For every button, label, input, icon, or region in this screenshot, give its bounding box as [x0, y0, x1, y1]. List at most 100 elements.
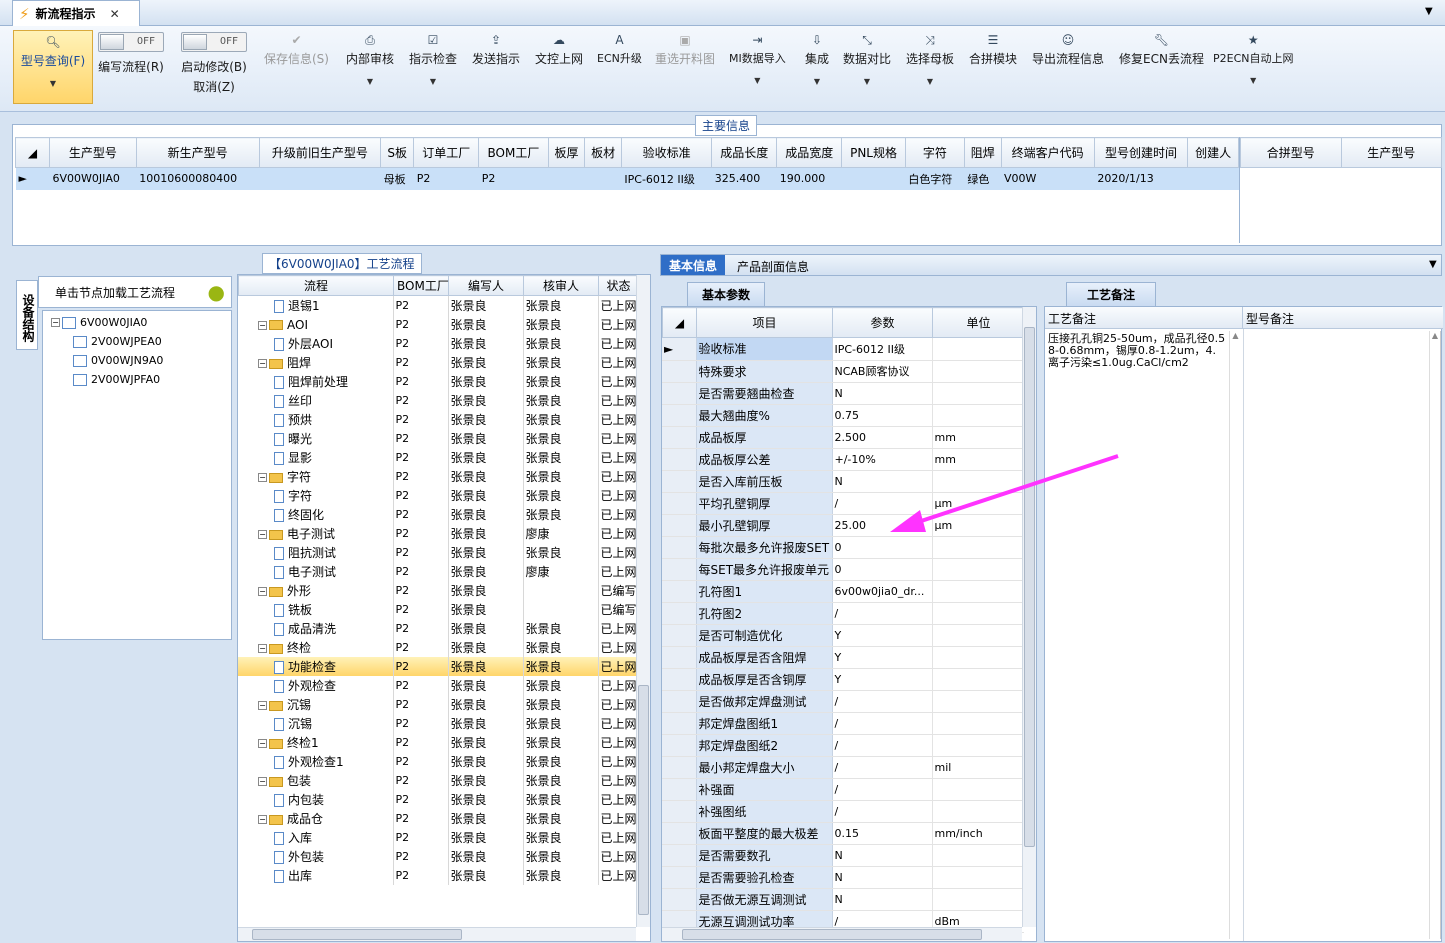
- param-row[interactable]: 特殊要求 NCAB顾客协议: [662, 360, 1024, 383]
- flow-row[interactable]: 丝印 P2 张景良 张景良 已上网: [238, 391, 639, 410]
- flow-row[interactable]: − AOI P2 张景良 张景良 已上网: [238, 315, 639, 334]
- model-query-button[interactable]: 🔍︎ 型号查询(F) ▼: [13, 30, 93, 104]
- param-value[interactable]: Y: [832, 668, 933, 691]
- param-row[interactable]: 是否需要验孔检查 N: [662, 866, 1024, 889]
- cell[interactable]: V00W: [1001, 167, 1095, 190]
- column-header[interactable]: 阻焊: [963, 137, 1002, 168]
- flow-row[interactable]: − 沉锡 P2 张景良 张景良 已上网: [238, 695, 639, 714]
- flow-row[interactable]: 预烘 P2 张景良 张景良 已上网: [238, 410, 639, 429]
- param-value[interactable]: /: [832, 778, 933, 801]
- flow-row[interactable]: 沉锡 P2 张景良 张景良 已上网: [238, 714, 639, 733]
- cell[interactable]: 325.400: [711, 167, 777, 190]
- column-header[interactable]: 成品宽度: [776, 137, 843, 168]
- column-header[interactable]: 字符: [904, 137, 965, 168]
- column-header[interactable]: PNL规格: [841, 137, 906, 168]
- tree-node-root[interactable]: −6V00W0JIA0: [43, 313, 231, 332]
- tab-basic-info[interactable]: 基本信息: [661, 255, 726, 275]
- column-header[interactable]: BOM工厂: [478, 137, 549, 168]
- flow-row[interactable]: 内包装 P2 张景良 张景良 已上网: [238, 790, 639, 809]
- flow-row[interactable]: − 字符 P2 张景良 张景良 已上网: [238, 467, 639, 486]
- param-row[interactable]: ► 验收标准 IPC-6012 II级: [662, 338, 1024, 361]
- collapse-toggle-icon[interactable]: −: [258, 530, 267, 539]
- collapse-toggle-icon[interactable]: −: [258, 359, 267, 368]
- cell[interactable]: P2: [478, 167, 549, 190]
- param-value[interactable]: NCAB顾客协议: [832, 360, 933, 383]
- flow-row[interactable]: 外观检查1 P2 张景良 张景良 已上网: [238, 752, 639, 771]
- flow-row[interactable]: − 终检 P2 张景良 张景良 已上网: [238, 638, 639, 657]
- flow-row[interactable]: 外层AOI P2 张景良 张景良 已上网: [238, 334, 639, 353]
- param-row[interactable]: 成品板厚是否含铜厚 Y: [662, 668, 1024, 691]
- internal-review-button[interactable]: ⎙ 内部审核 ▼: [346, 32, 394, 102]
- param-value[interactable]: N: [832, 866, 933, 889]
- instruction-check-button[interactable]: ☑ 指示检查 ▼: [409, 32, 457, 102]
- flow-row[interactable]: 终固化 P2 张景良 张景良 已上网: [238, 505, 639, 524]
- param-row[interactable]: 板面平整度的最大极差 0.15 mm/inch: [662, 822, 1024, 845]
- flow-row[interactable]: 成品清洗 P2 张景良 张景良 已上网: [238, 619, 639, 638]
- param-row[interactable]: 是否需要数孔 N: [662, 844, 1024, 867]
- send-instruction-button[interactable]: ⇪ 发送指示: [472, 32, 520, 102]
- flow-row[interactable]: 退锡1 P2 张景良 张景良 已上网: [238, 296, 639, 315]
- column-header[interactable]: 生产型号: [49, 137, 137, 168]
- column-header[interactable]: 终端客户代码: [1000, 137, 1095, 168]
- param-row[interactable]: 最小邦定焊盘大小 / mil: [662, 756, 1024, 779]
- param-row[interactable]: 是否做邦定焊盘测试 /: [662, 690, 1024, 713]
- param-value[interactable]: 2.500: [832, 426, 933, 449]
- params-vertical-scrollbar[interactable]: [1022, 307, 1036, 927]
- column-header[interactable]: 新生产型号: [135, 137, 260, 168]
- param-row[interactable]: 孔符图2/: [662, 602, 1024, 625]
- tree-node-child[interactable]: 0V00WJN9A0: [43, 351, 231, 370]
- data-compare-button[interactable]: ⤡ 数据对比 ▼: [843, 32, 891, 102]
- param-value[interactable]: 0.75: [832, 404, 933, 427]
- param-value[interactable]: /: [832, 690, 933, 713]
- tree-node-child[interactable]: 2V00WJPFA0: [43, 370, 231, 389]
- param-column-header[interactable]: 项目: [696, 307, 833, 338]
- collapse-toggle-icon[interactable]: −: [258, 701, 267, 710]
- reselect-cutting-button[interactable]: ▣ 重选开料图: [655, 32, 715, 102]
- param-value[interactable]: /: [832, 712, 933, 735]
- flow-row[interactable]: − 外形 P2 张景良 已编写: [238, 581, 639, 600]
- column-header[interactable]: 板材: [584, 137, 622, 168]
- column-header[interactable]: 订单工厂: [413, 137, 480, 168]
- cell[interactable]: [584, 167, 622, 190]
- param-value[interactable]: /: [832, 734, 933, 757]
- doc-upload-button[interactable]: ☁ 文控上网: [535, 32, 583, 102]
- param-value[interactable]: N: [832, 382, 933, 405]
- ecn-upgrade-button[interactable]: A ECN升级: [597, 32, 642, 102]
- collapse-toggle-icon[interactable]: −: [258, 815, 267, 824]
- edit-flow-toggle[interactable]: OFF: [98, 32, 164, 52]
- param-row[interactable]: 每批次最多允许报废SET 0: [662, 536, 1024, 559]
- flow-row[interactable]: − 包装 P2 张景良 张景良 已上网: [238, 771, 639, 790]
- cell[interactable]: 10010600080400: [136, 167, 259, 190]
- cell[interactable]: P2: [413, 167, 479, 190]
- process-remark-text[interactable]: 压接孔孔铜25-50um，成品孔径0.58-0.68mm，锡厚0.8-1.2um…: [1048, 333, 1228, 369]
- flow-row[interactable]: − 电子测试 P2 张景良 廖康 已上网: [238, 524, 639, 543]
- flow-column-header[interactable]: 流程: [238, 275, 394, 296]
- param-value[interactable]: N: [832, 888, 933, 911]
- choose-master-button[interactable]: ⤨ 选择母板 ▼: [906, 32, 954, 102]
- param-column-header[interactable]: 参数: [832, 307, 933, 338]
- collapse-toggle-icon[interactable]: −: [258, 320, 267, 330]
- p2ecn-upload-button[interactable]: ★ P2ECN自动上网 ▼: [1213, 32, 1294, 102]
- save-info-button[interactable]: ✔ 保存信息(S): [264, 32, 329, 102]
- param-value[interactable]: /: [832, 756, 933, 779]
- cell[interactable]: [259, 167, 381, 190]
- flow-row[interactable]: 字符 P2 张景良 张景良 已上网: [238, 486, 639, 505]
- flow-row[interactable]: 出库 P2 张景良 张景良 已上网: [238, 866, 639, 885]
- flow-row[interactable]: − 成品仓 P2 张景良 张景良 已上网: [238, 809, 639, 828]
- flow-horizontal-scrollbar[interactable]: [238, 927, 636, 941]
- column-header[interactable]: 型号创建时间: [1093, 137, 1189, 168]
- flow-row[interactable]: 外包装 P2 张景良 张景良 已上网: [238, 847, 639, 866]
- flow-row[interactable]: 阻抗测试 P2 张景良 张景良 已上网: [238, 543, 639, 562]
- param-value[interactable]: Y: [832, 624, 933, 647]
- process-remarks-tab[interactable]: 工艺备注: [1066, 282, 1157, 306]
- flow-row[interactable]: 阻焊前处理 P2 张景良 张景良 已上网: [238, 372, 639, 391]
- collapse-toggle-icon[interactable]: −: [258, 473, 267, 482]
- collapse-toggle-icon[interactable]: −: [258, 739, 267, 748]
- detail-menu-chevron-icon[interactable]: ▼: [1429, 259, 1437, 270]
- tab-new-flow[interactable]: ⚡ 新流程指示 ✕: [12, 0, 140, 26]
- cell[interactable]: IPC-6012 II级: [621, 167, 712, 190]
- merge-module-button[interactable]: ☰ 合拼模块: [969, 32, 1017, 102]
- basic-params-tab[interactable]: 基本参数: [687, 282, 766, 306]
- param-row[interactable]: 是否需要翘曲检查 N: [662, 382, 1024, 405]
- collapse-toggle-icon[interactable]: −: [258, 587, 267, 596]
